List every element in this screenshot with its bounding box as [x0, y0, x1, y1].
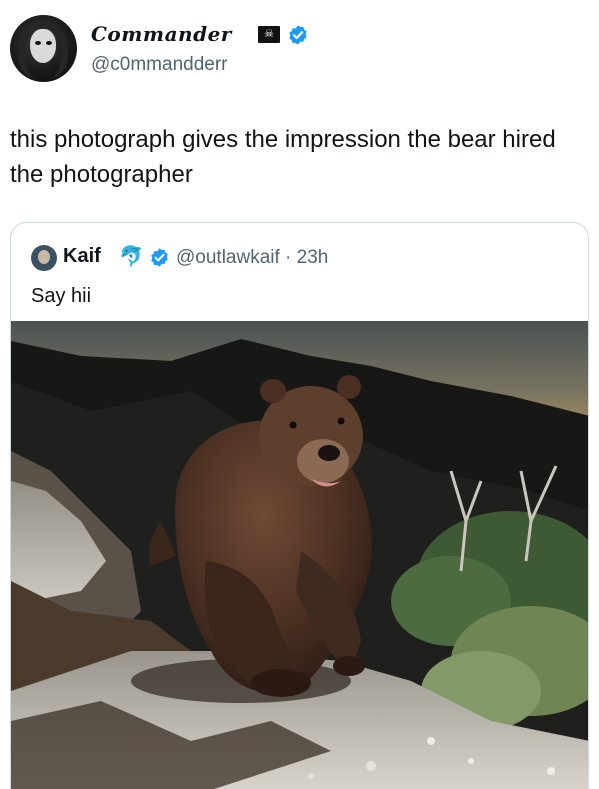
avatar-eye-right	[46, 41, 52, 45]
quote-photo[interactable]	[11, 321, 588, 789]
quote-author-handle-and-time[interactable]: @outlawkaif · 23h	[176, 247, 328, 269]
pirate-flag-icon: ☠	[258, 26, 280, 43]
author-display-name[interactable]: Commander	[91, 22, 232, 46]
verified-badge-icon	[289, 25, 307, 45]
quote-author-avatar[interactable]	[31, 245, 57, 271]
bear-photo-illustration	[11, 321, 588, 789]
quote-avatar-face	[38, 250, 50, 264]
avatar-eye-left	[35, 41, 41, 45]
tweet-screenshot: Commander ☠ @c0mmandderr this photograph…	[0, 0, 599, 789]
verified-badge-icon	[151, 248, 168, 267]
quote-text: Say hii	[31, 285, 92, 307]
avatar-mask-shape	[30, 29, 56, 63]
dolphin-icon: 🐬	[119, 246, 144, 268]
quoted-tweet-card[interactable]: Kaif 🐬 @outlawkaif · 23h Say hii	[10, 222, 589, 789]
author-handle[interactable]: @c0mmandderr	[91, 54, 228, 76]
tweet-text: this photograph gives the impression the…	[10, 126, 556, 188]
quote-author-name[interactable]: Kaif	[63, 245, 101, 268]
author-avatar[interactable]	[10, 15, 77, 82]
